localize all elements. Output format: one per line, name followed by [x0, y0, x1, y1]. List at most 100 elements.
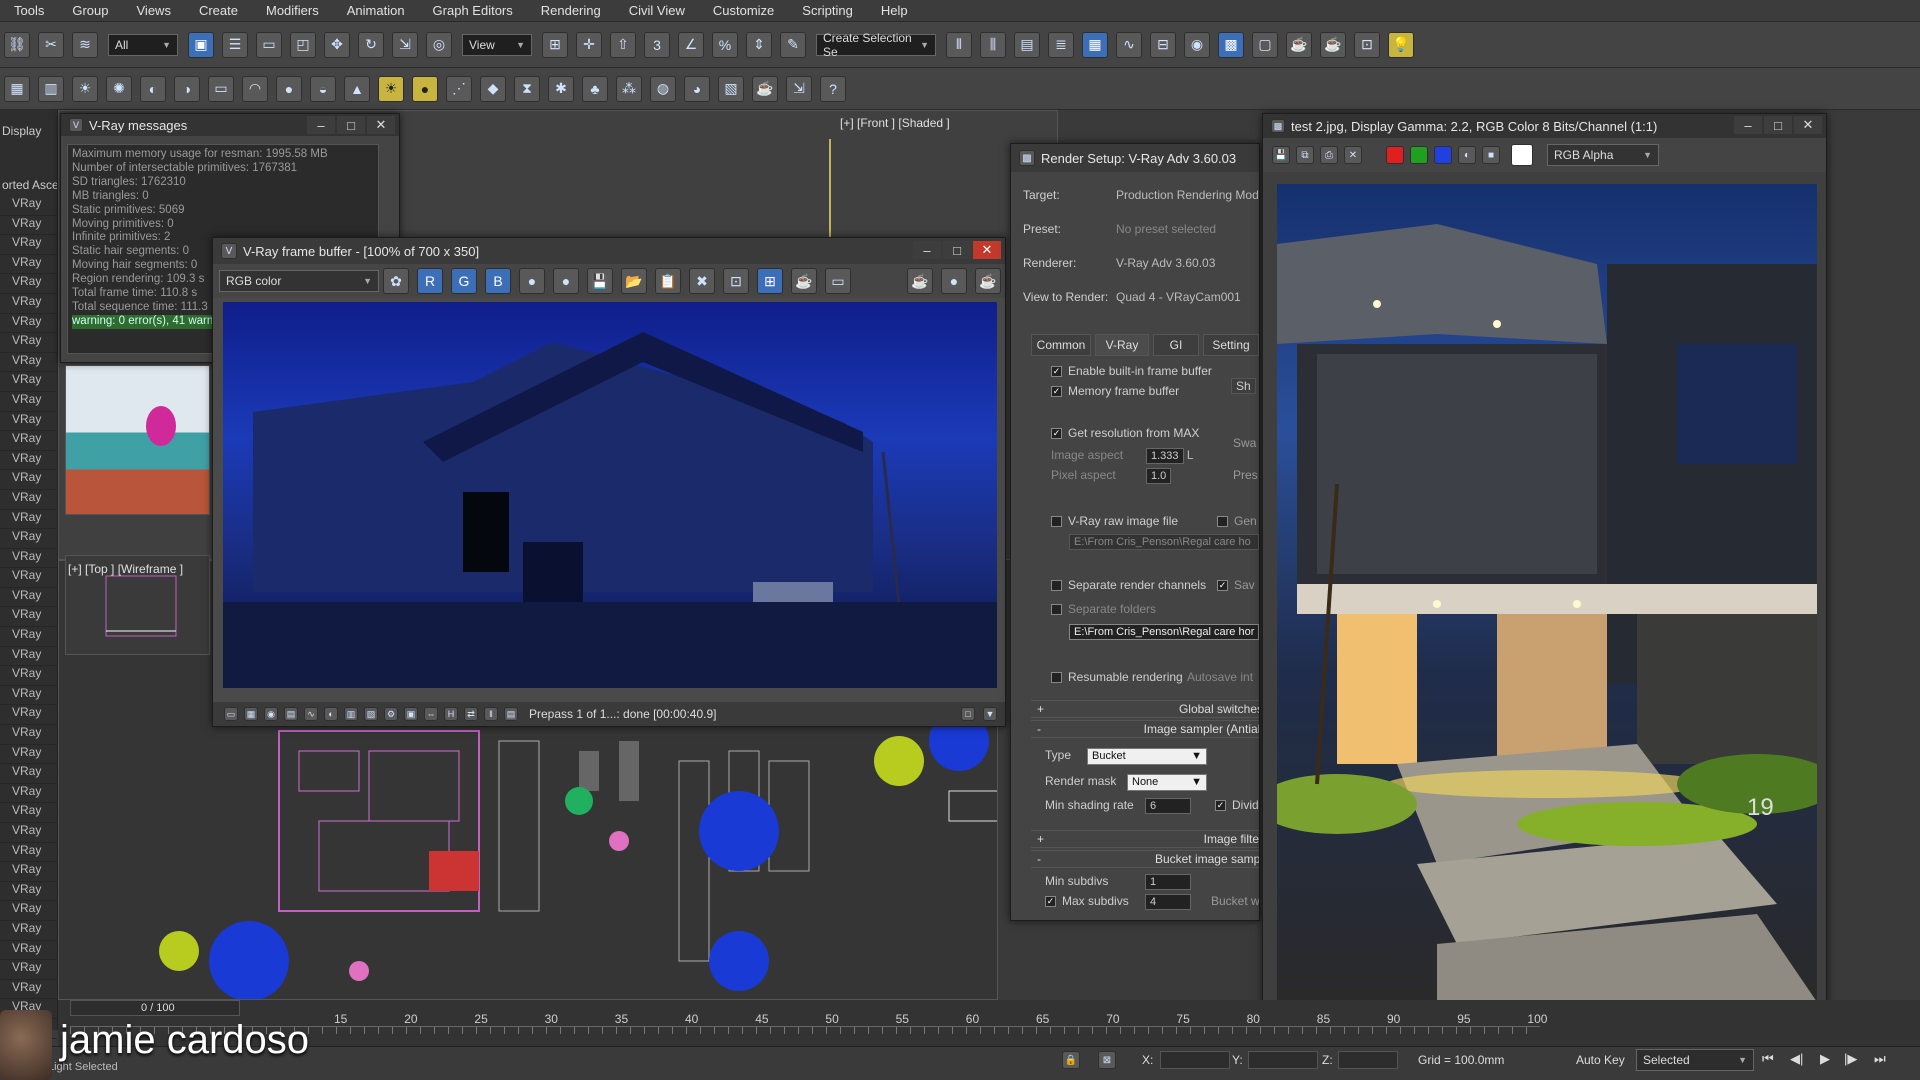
interactive-render-icon[interactable]: ▭ — [825, 268, 851, 294]
vray-ambient-icon[interactable]: ◑ — [174, 75, 200, 102]
place-icon[interactable]: ◎ — [426, 31, 452, 58]
tab-gi[interactable]: GI — [1153, 334, 1199, 356]
key-filter-select[interactable]: Selected ▼ — [1636, 1049, 1754, 1071]
pivot-icon[interactable]: ⊞ — [542, 31, 568, 58]
scatter-icon[interactable]: ⁂ — [616, 75, 642, 102]
scene-list-item[interactable]: VRay — [0, 549, 57, 569]
renderer-value[interactable]: V-Ray Adv 3.60.03 — [1116, 256, 1215, 270]
scene-list-item[interactable]: VRay — [0, 216, 57, 236]
scene-list-item[interactable]: VRay — [0, 882, 57, 902]
settings-icon[interactable]: ⚙ — [384, 707, 398, 721]
clone-icon[interactable]: ⧉ — [1296, 146, 1314, 164]
srgb-icon[interactable]: ▧ — [364, 707, 378, 721]
image-viewer-titlebar[interactable]: ▩ test 2.jpg, Display Gamma: 2.2, RGB Co… — [1263, 114, 1826, 138]
scene-list-item[interactable]: VRay — [0, 568, 57, 588]
scale-icon[interactable]: ⇲ — [392, 31, 418, 58]
scene-list-item[interactable]: VRay — [0, 529, 57, 549]
tab-common[interactable]: Common — [1031, 334, 1091, 356]
history-h-icon[interactable]: H — [444, 707, 458, 721]
lock-aspect-button[interactable]: L — [1187, 448, 1194, 462]
compare-icon[interactable]: ⇔ — [424, 707, 438, 721]
scene-list-item[interactable]: VRay — [0, 666, 57, 686]
min-shading-spinner[interactable]: 6 — [1145, 798, 1191, 814]
window-crossing-icon[interactable]: ◰ — [290, 31, 316, 58]
vray-messages-titlebar[interactable]: V V-Ray messages – □ ✕ — [61, 114, 399, 136]
scene-list-item[interactable]: VRay — [0, 862, 57, 882]
monochrome-icon[interactable]: ■ — [1482, 146, 1500, 164]
scene-list-item[interactable]: VRay — [0, 588, 57, 608]
max-subdivs-spinner[interactable]: 4 — [1145, 894, 1191, 910]
scene-list-item[interactable]: VRay — [0, 274, 57, 294]
plant-icon[interactable]: ♣ — [582, 75, 608, 102]
menu-item-civil-view[interactable]: Civil View — [615, 3, 699, 18]
schematic-view-icon[interactable]: ⊟ — [1150, 31, 1176, 58]
grid-icon[interactable]: ▦ — [4, 75, 30, 102]
reference-coordinate-select[interactable]: View ▼ — [462, 33, 532, 56]
open-folder-icon[interactable]: 📂 — [621, 268, 647, 294]
next-frame-icon[interactable]: |▶ — [1844, 1051, 1857, 1067]
scene-list-item[interactable]: VRay — [0, 960, 57, 980]
fur-icon[interactable]: ⋰ — [446, 75, 472, 102]
save-rgb-checkbox[interactable]: ✓ Sav — [1217, 578, 1255, 592]
scene-list-item[interactable]: VRay — [0, 314, 57, 334]
green-channel-icon[interactable]: ● — [1410, 146, 1428, 164]
menu-item-views[interactable]: Views — [123, 3, 185, 18]
menu-item-rendering[interactable]: Rendering — [527, 3, 615, 18]
menu-item-customize[interactable]: Customize — [699, 3, 788, 18]
menu-item-tools[interactable]: Tools — [0, 3, 58, 18]
separate-path-field[interactable]: E:\From Cris_Penson\Regal care hor — [1069, 624, 1259, 640]
get-resolution-checkbox[interactable]: ✓ Get resolution from MAX — [1051, 426, 1199, 440]
memory-fb-checkbox[interactable]: ✓ Memory frame buffer — [1051, 384, 1179, 398]
separate-channels-checkbox[interactable]: Separate render channels — [1051, 578, 1206, 592]
table-icon[interactable]: ▥ — [38, 75, 64, 102]
vfb-icon[interactable]: ▧ — [718, 75, 744, 102]
save-image-icon[interactable]: 💾 — [1272, 146, 1290, 164]
channels-icon[interactable]: ‖ — [484, 707, 498, 721]
show-fb-button[interactable]: Sh — [1231, 378, 1256, 394]
scene-list-item[interactable]: VRay — [0, 941, 57, 961]
bucket-sampler-rollout[interactable]: - Bucket image sampl — [1031, 850, 1259, 868]
render-production-icon[interactable]: ☕ — [1286, 31, 1312, 58]
sphere-object-icon[interactable]: ✱ — [548, 75, 574, 102]
manipulate-icon[interactable]: ✛ — [576, 31, 602, 58]
scene-list-item[interactable]: VRay — [0, 490, 57, 510]
curve-icon[interactable]: ∿ — [304, 707, 318, 721]
scene-list-item[interactable]: VRay — [0, 901, 57, 921]
vfb-titlebar[interactable]: V V-Ray frame buffer - [100% of 700 x 35… — [213, 238, 1005, 264]
maximize-icon[interactable]: □ — [1764, 116, 1792, 134]
prev-frame-icon[interactable]: ◀| — [1790, 1051, 1803, 1067]
copy-icon[interactable]: 📋 — [655, 268, 681, 294]
save-icon[interactable]: 💾 — [587, 268, 613, 294]
pixel-aspect-spinner[interactable]: 1.0 — [1146, 468, 1172, 484]
selection-filter-select[interactable]: All ▼ — [108, 33, 178, 56]
unlink-icon[interactable]: ✂ — [38, 31, 64, 58]
separate-folders-checkbox[interactable]: Separate folders — [1051, 602, 1156, 616]
red-channel-button[interactable]: R — [417, 268, 443, 294]
image-filter-rollout[interactable]: + Image filter — [1031, 830, 1259, 848]
close-icon[interactable]: ✕ — [1794, 116, 1822, 134]
select-by-name-icon[interactable]: ☰ — [222, 31, 248, 58]
named-selection-set-select[interactable]: Create Selection Se ▼ — [816, 31, 936, 59]
viewport-front-label[interactable]: [+] [Front ] [Shaded ] — [840, 116, 950, 130]
render-last-icon[interactable]: ☕ — [791, 268, 817, 294]
scene-list-item[interactable]: VRay — [0, 255, 57, 275]
background-color-swatch[interactable] — [1511, 144, 1533, 166]
red-channel-icon[interactable]: ● — [1386, 146, 1404, 164]
vray-ies-icon[interactable]: ◐ — [140, 75, 166, 102]
rendered-house-image[interactable]: 19 — [1277, 184, 1817, 1002]
ocio-icon[interactable]: ▣ — [404, 707, 418, 721]
scene-list-item[interactable]: VRay — [0, 510, 57, 530]
align-icon[interactable]: ⫼ — [980, 31, 1006, 58]
plane-object-icon[interactable]: ⧗ — [514, 75, 540, 102]
min-subdivs-spinner[interactable]: 1 — [1145, 874, 1191, 890]
info-icon[interactable]: ▤ — [504, 707, 518, 721]
expand-icon[interactable]: □ — [961, 707, 975, 721]
image-sampler-rollout[interactable]: - Image sampler (Antiali — [1031, 720, 1259, 738]
green-channel-button[interactable]: G — [451, 268, 477, 294]
vfb-channel-select[interactable]: RGB color ▼ — [219, 270, 379, 292]
goto-start-icon[interactable]: ⏮ — [1762, 1051, 1774, 1067]
divide-shading-checkbox[interactable]: ✓ Divid — [1215, 798, 1259, 812]
blue-channel-button[interactable]: B — [485, 268, 511, 294]
max-subdivs-checkbox[interactable]: ✓ Max subdivs — [1045, 894, 1129, 908]
target-value[interactable]: Production Rendering Mod — [1116, 188, 1259, 202]
